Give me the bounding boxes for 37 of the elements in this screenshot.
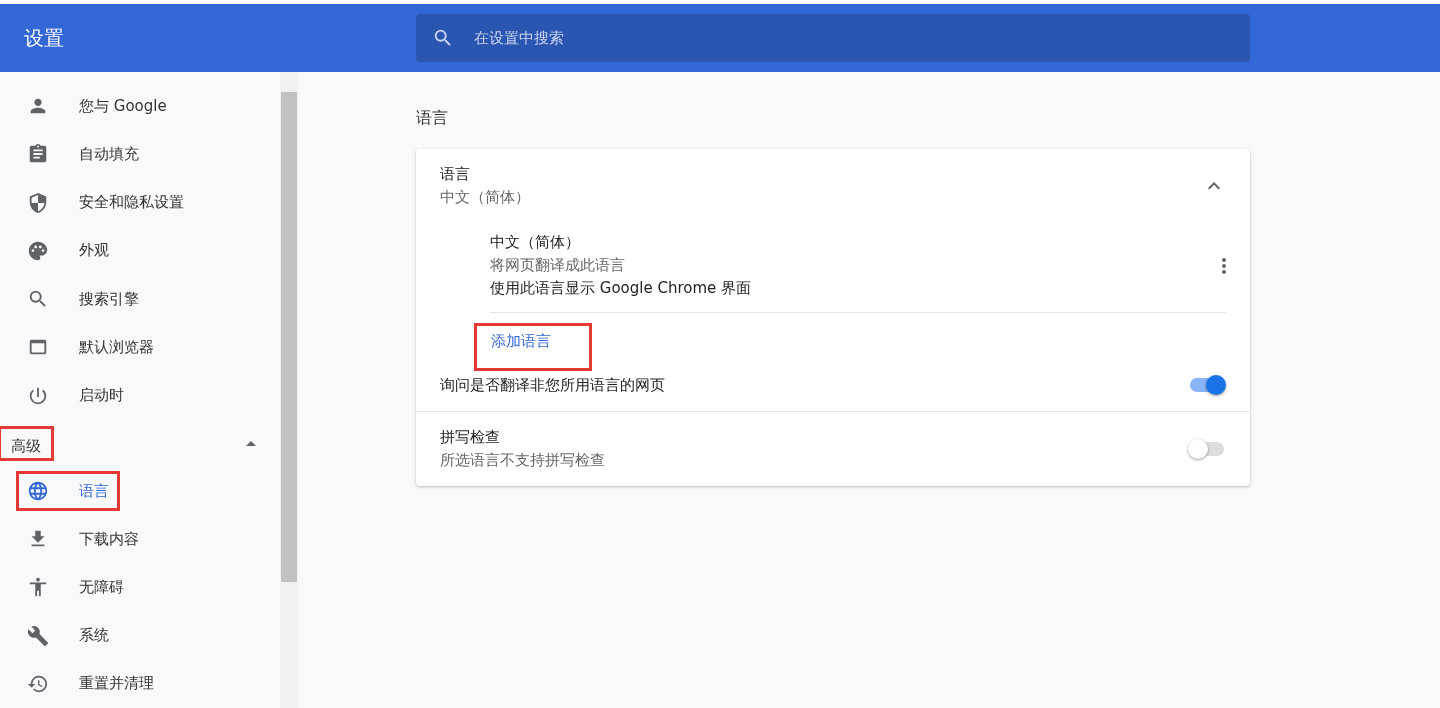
add-language-link[interactable]: 添加语言: [474, 323, 592, 371]
search-field[interactable]: 在设置中搜索: [416, 14, 1250, 62]
language-note: 将网页翻译成此语言: [490, 256, 626, 275]
sidebar-item[interactable]: 默认浏览器: [0, 323, 280, 372]
language-note: 使用此语言显示 Google Chrome 界面: [490, 279, 752, 298]
scrollbar[interactable]: [280, 72, 298, 708]
sidebar-section-toggle[interactable]: 高级: [0, 419, 280, 467]
sidebar-item[interactable]: 安全和隐私设置: [0, 178, 280, 227]
globe-icon: [27, 480, 49, 502]
palette-icon: [27, 239, 49, 262]
more-options-button[interactable]: [1222, 257, 1226, 274]
toggle-switch[interactable]: [1188, 375, 1226, 395]
setting-description: 所选语言不支持拼写检查: [440, 451, 605, 470]
sidebar-item[interactable]: 启动时: [0, 371, 280, 420]
wrench-icon: [27, 624, 49, 647]
sidebar-item[interactable]: 无障碍: [0, 563, 280, 612]
setting-label: 拼写检查: [440, 428, 501, 447]
section-title: 语言: [416, 108, 449, 129]
shield-icon: [27, 191, 49, 214]
language-name: 中文（简体）: [490, 233, 581, 252]
sidebar-item[interactable]: 搜索引擎: [0, 274, 280, 324]
page-title: 设置: [23, 24, 65, 52]
sidebar-item[interactable]: 系统: [0, 611, 280, 660]
accessibility-icon: [27, 576, 49, 599]
sidebar-item[interactable]: 重置并清理: [0, 659, 280, 708]
sidebar-item[interactable]: 下载内容: [0, 515, 280, 564]
sidebar-item[interactable]: 外观: [0, 226, 280, 275]
sidebar-item[interactable]: 自动填充: [0, 130, 280, 179]
card-title: 语言: [440, 165, 471, 184]
search-icon: [432, 27, 454, 49]
setting-label: 询问是否翻译非您所用语言的网页: [440, 375, 665, 395]
card-subtitle: 中文（简体）: [440, 188, 530, 207]
toggle-switch[interactable]: [1188, 439, 1226, 459]
vertical-dots-icon: [1222, 257, 1226, 274]
sidebar-item[interactable]: 语言: [0, 466, 280, 516]
sidebar-item[interactable]: 您与 Google: [0, 82, 280, 131]
search-input[interactable]: 在设置中搜索: [472, 28, 1250, 48]
